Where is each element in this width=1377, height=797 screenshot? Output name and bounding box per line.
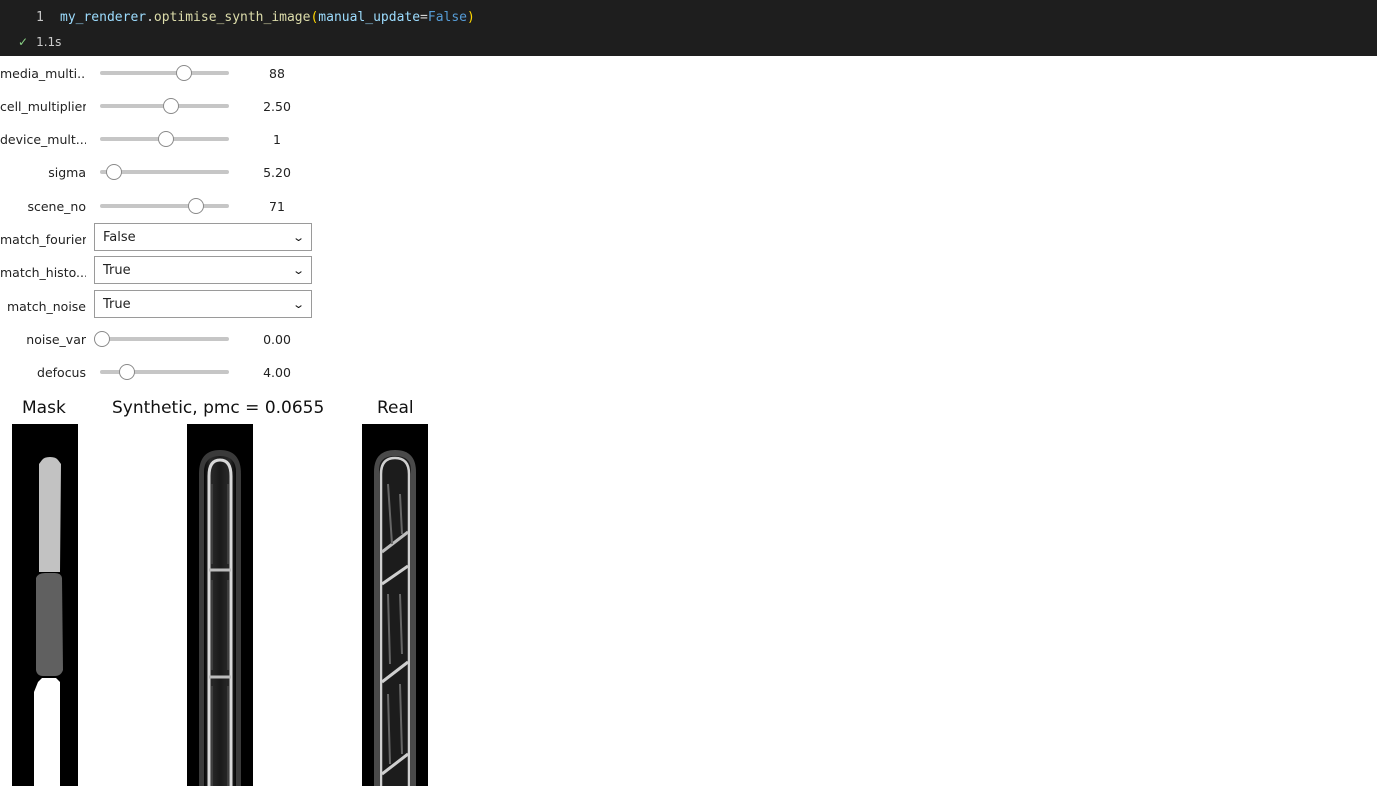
synthetic-image bbox=[187, 424, 253, 786]
slider-value[interactable]: 4.00 bbox=[245, 365, 309, 380]
slider-handle[interactable] bbox=[158, 131, 174, 147]
slider-row-sigma: sigma 5.20 bbox=[0, 160, 330, 184]
code-close-paren: ) bbox=[467, 10, 475, 25]
slider-row-device-multiplier: device_mult... 1 bbox=[0, 127, 330, 151]
real-image bbox=[362, 424, 428, 786]
slider-track[interactable] bbox=[100, 98, 229, 114]
code-arg: False bbox=[427, 10, 468, 25]
code-object: my_renderer bbox=[60, 10, 147, 25]
slider-track[interactable] bbox=[100, 164, 229, 180]
slider-label: device_mult... bbox=[0, 131, 86, 147]
dropdown-row-match-fourier: match_fourier False ⌄ bbox=[0, 223, 330, 251]
slider-handle[interactable] bbox=[119, 364, 135, 380]
slider-label: cell_multiplier bbox=[0, 98, 86, 114]
slider-value[interactable]: 5.20 bbox=[245, 165, 309, 180]
slider-track[interactable] bbox=[94, 331, 229, 347]
dropdown-selected-value: True bbox=[103, 296, 131, 312]
dropdown-label: match_noise bbox=[6, 298, 86, 314]
slider-row-scene-no: scene_no 71 bbox=[0, 194, 330, 218]
slider-label: defocus bbox=[37, 364, 86, 380]
dropdown-label: match_fourier bbox=[0, 231, 86, 247]
slider-track[interactable] bbox=[100, 198, 229, 214]
slider-label: scene_no bbox=[27, 198, 86, 214]
slider-label: media_multi... bbox=[0, 65, 86, 81]
execution-duration: 1.1s bbox=[36, 35, 62, 49]
slider-value[interactable]: 2.50 bbox=[245, 99, 309, 114]
slider-value[interactable]: 71 bbox=[245, 199, 309, 214]
mask-image bbox=[12, 424, 78, 786]
slider-label: sigma bbox=[48, 164, 86, 180]
code-equals: = bbox=[420, 10, 428, 25]
mask-title: Mask bbox=[22, 398, 66, 418]
slider-value[interactable]: 0.00 bbox=[245, 332, 309, 347]
dropdown-row-match-noise: match_noise True ⌄ bbox=[0, 290, 330, 318]
slider-handle[interactable] bbox=[106, 164, 122, 180]
code-line[interactable]: my_renderer.optimise_synth_image(manual_… bbox=[60, 10, 475, 25]
slider-track[interactable] bbox=[100, 131, 229, 147]
slider-track[interactable] bbox=[100, 65, 229, 81]
check-icon: ✓ bbox=[18, 35, 29, 49]
slider-value[interactable]: 88 bbox=[245, 66, 309, 81]
dropdown-selected-value: True bbox=[103, 262, 131, 278]
match-histogram-dropdown[interactable]: True ⌄ bbox=[94, 256, 312, 284]
chevron-down-icon: ⌄ bbox=[291, 230, 305, 244]
slider-handle[interactable] bbox=[94, 331, 110, 347]
match-fourier-dropdown[interactable]: False ⌄ bbox=[94, 223, 312, 251]
code-dot: . bbox=[146, 10, 154, 25]
dropdown-row-match-histogram: match_histo... True ⌄ bbox=[0, 256, 330, 284]
slider-row-defocus: defocus 4.00 bbox=[0, 360, 330, 384]
dropdown-selected-value: False bbox=[103, 229, 136, 245]
chevron-down-icon: ⌄ bbox=[291, 263, 305, 277]
slider-handle[interactable] bbox=[163, 98, 179, 114]
code-cell[interactable]: 1 my_renderer.optimise_synth_image(manua… bbox=[0, 0, 1377, 56]
slider-row-cell-multiplier: cell_multiplier 2.50 bbox=[0, 94, 330, 118]
real-title: Real bbox=[377, 398, 414, 418]
slider-row-media-multiplier: media_multi... 88 bbox=[0, 61, 330, 85]
chevron-down-icon: ⌄ bbox=[291, 297, 305, 311]
execution-status: ✓ 1.1s bbox=[18, 35, 61, 49]
code-method: optimise_synth_image bbox=[153, 10, 311, 25]
synthetic-title: Synthetic, pmc = 0.0655 bbox=[112, 398, 325, 418]
match-noise-dropdown[interactable]: True ⌄ bbox=[94, 290, 312, 318]
slider-row-noise-var: noise_var 0.00 bbox=[0, 327, 330, 351]
line-number: 1 bbox=[36, 10, 44, 25]
dropdown-label: match_histo... bbox=[0, 264, 86, 280]
slider-handle[interactable] bbox=[188, 198, 204, 214]
code-param: manual_update bbox=[318, 10, 421, 25]
slider-label: noise_var bbox=[26, 331, 86, 347]
slider-track[interactable] bbox=[100, 364, 229, 380]
slider-handle[interactable] bbox=[176, 65, 192, 81]
slider-value[interactable]: 1 bbox=[245, 132, 309, 147]
